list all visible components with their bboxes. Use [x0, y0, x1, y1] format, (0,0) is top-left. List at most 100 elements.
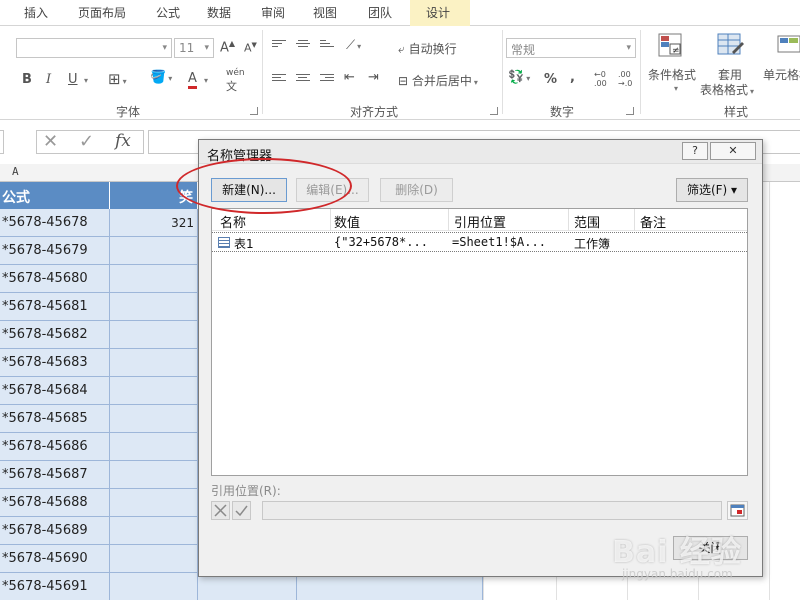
result-cell[interactable]	[110, 433, 198, 461]
fill-color-button[interactable]: 🪣 ▾	[150, 70, 172, 85]
formula-cell[interactable]: *5678-45679	[0, 237, 110, 265]
format-as-table-button[interactable]: 表格格式 ▾	[700, 81, 754, 98]
result-cell[interactable]	[110, 573, 198, 600]
cell-styles-button[interactable]: 单元格样	[763, 66, 800, 83]
align-center-icon[interactable]	[296, 74, 310, 84]
comma-button[interactable]: ,	[570, 70, 575, 85]
font-name-combo[interactable]: ▾	[16, 38, 172, 58]
result-cell[interactable]	[110, 349, 198, 377]
formula-cell[interactable]: *5678-45687	[0, 461, 110, 489]
formula-cell[interactable]: *5678-45686	[0, 433, 110, 461]
delete-name-button[interactable]: 删除(D)	[380, 178, 453, 202]
table-cell[interactable]	[198, 573, 297, 600]
tab-team[interactable]: 团队	[368, 4, 392, 21]
underline-button[interactable]: U	[68, 72, 78, 87]
tab-insert[interactable]: 插入	[24, 4, 48, 21]
cancel-edit-button[interactable]	[211, 501, 230, 520]
column-divider[interactable]	[448, 209, 449, 231]
tab-formulas[interactable]: 公式	[156, 4, 180, 21]
formula-cell[interactable]: *5678-45685	[0, 405, 110, 433]
number-format-value: 常规	[511, 43, 536, 57]
align-bottom-icon[interactable]	[320, 40, 334, 50]
bold-button[interactable]: B	[22, 72, 32, 87]
column-divider[interactable]	[634, 209, 635, 231]
column-name[interactable]: 名称	[220, 212, 246, 231]
names-list[interactable]: 名称 数值 引用位置 范围 备注 表1 {"32+5678*... =Sheet…	[211, 208, 748, 476]
collapse-dialog-button[interactable]	[727, 501, 748, 520]
result-cell[interactable]	[110, 377, 198, 405]
result-cell[interactable]	[110, 321, 198, 349]
commit-edit-button[interactable]	[232, 501, 251, 520]
result-cell[interactable]	[110, 237, 198, 265]
merge-center-button[interactable]: ⊟ 合并后居中 ▾	[398, 72, 478, 89]
result-cell[interactable]	[110, 545, 198, 573]
border-button[interactable]: ⊞ ▾	[108, 70, 127, 88]
formula-cell[interactable]: *5678-45678	[0, 209, 110, 237]
column-divider[interactable]	[568, 209, 569, 231]
name-box[interactable]	[0, 130, 4, 154]
increase-decimal-button[interactable]: ←0.00	[594, 70, 607, 88]
formula-cell[interactable]: *5678-45691	[0, 573, 110, 600]
table-header-cell[interactable]: 公式	[0, 182, 110, 209]
conditional-format-button[interactable]: 条件格式	[648, 66, 696, 83]
insert-function-button[interactable]: fx	[115, 131, 131, 151]
shrink-font-button[interactable]: A▼	[244, 41, 257, 55]
tab-data[interactable]: 数据	[207, 4, 231, 21]
refers-to-input[interactable]	[262, 501, 722, 520]
column-scope[interactable]: 范围	[574, 212, 600, 231]
tab-design[interactable]: 设计	[426, 4, 450, 21]
result-cell[interactable]	[110, 461, 198, 489]
result-cell[interactable]: 321	[110, 209, 198, 237]
decrease-indent-button[interactable]: ⇤	[344, 70, 355, 85]
format-as-table-label: 表格格式	[700, 83, 749, 97]
wrap-text-button[interactable]: ⤶ 自动换行	[398, 40, 457, 57]
column-divider[interactable]	[330, 209, 331, 231]
filter-button[interactable]: 筛选(F) ▾	[676, 178, 748, 202]
result-cell[interactable]	[110, 517, 198, 545]
font-size-combo[interactable]: 11 ▾	[174, 38, 214, 58]
formula-cell[interactable]: *5678-45680	[0, 265, 110, 293]
align-right-icon[interactable]	[320, 74, 334, 84]
alignment-dialog-launcher[interactable]	[490, 107, 498, 115]
tab-review[interactable]: 审阅	[261, 4, 285, 21]
font-color-button[interactable]: A	[188, 72, 197, 89]
font-dialog-launcher[interactable]	[250, 107, 258, 115]
italic-button[interactable]: I	[46, 72, 51, 87]
orientation-button[interactable]: ⟋ ▾	[346, 38, 361, 53]
column-header-a[interactable]: A	[12, 165, 19, 178]
decrease-decimal-button[interactable]: .00 →.0	[618, 70, 632, 88]
result-cell[interactable]	[110, 405, 198, 433]
formula-cell[interactable]: *5678-45689	[0, 517, 110, 545]
formula-cell[interactable]: *5678-45690	[0, 545, 110, 573]
number-dialog-launcher[interactable]	[626, 107, 634, 115]
percent-button[interactable]: %	[544, 72, 557, 87]
number-format-combo[interactable]: 常规 ▾	[506, 38, 636, 58]
result-cell[interactable]	[110, 489, 198, 517]
column-refers-to[interactable]: 引用位置	[454, 212, 506, 231]
result-cell[interactable]	[110, 293, 198, 321]
help-button[interactable]: ?	[682, 142, 708, 160]
column-comment[interactable]: 备注	[640, 212, 666, 231]
cancel-formula-icon[interactable]: ✕	[43, 131, 58, 152]
table-cell[interactable]	[297, 573, 483, 600]
align-top-icon[interactable]	[272, 40, 286, 50]
confirm-formula-icon[interactable]: ✓	[79, 131, 94, 152]
accounting-format-button[interactable]: 💱 ▾	[508, 70, 530, 85]
align-middle-icon[interactable]	[296, 40, 310, 50]
result-cell[interactable]	[110, 265, 198, 293]
column-value[interactable]: 数值	[334, 212, 360, 231]
tab-page-layout[interactable]: 页面布局	[78, 4, 126, 21]
phonetic-button[interactable]: wén 文	[226, 68, 245, 94]
close-icon[interactable]: ✕	[710, 142, 756, 160]
grow-font-button[interactable]: A▲	[220, 39, 235, 55]
formula-cell[interactable]: *5678-45683	[0, 349, 110, 377]
formula-cell[interactable]: *5678-45688	[0, 489, 110, 517]
tab-view[interactable]: 视图	[313, 4, 337, 21]
align-left-icon[interactable]	[272, 74, 286, 84]
increase-indent-button[interactable]: ⇥	[368, 70, 379, 85]
list-item[interactable]: 表1 {"32+5678*... =Sheet1!$A... 工作簿	[212, 232, 747, 252]
formula-cell[interactable]: *5678-45681	[0, 293, 110, 321]
formula-cell[interactable]: *5678-45682	[0, 321, 110, 349]
formula-cell[interactable]: *5678-45684	[0, 377, 110, 405]
chevron-down-icon: ▾	[204, 43, 209, 53]
